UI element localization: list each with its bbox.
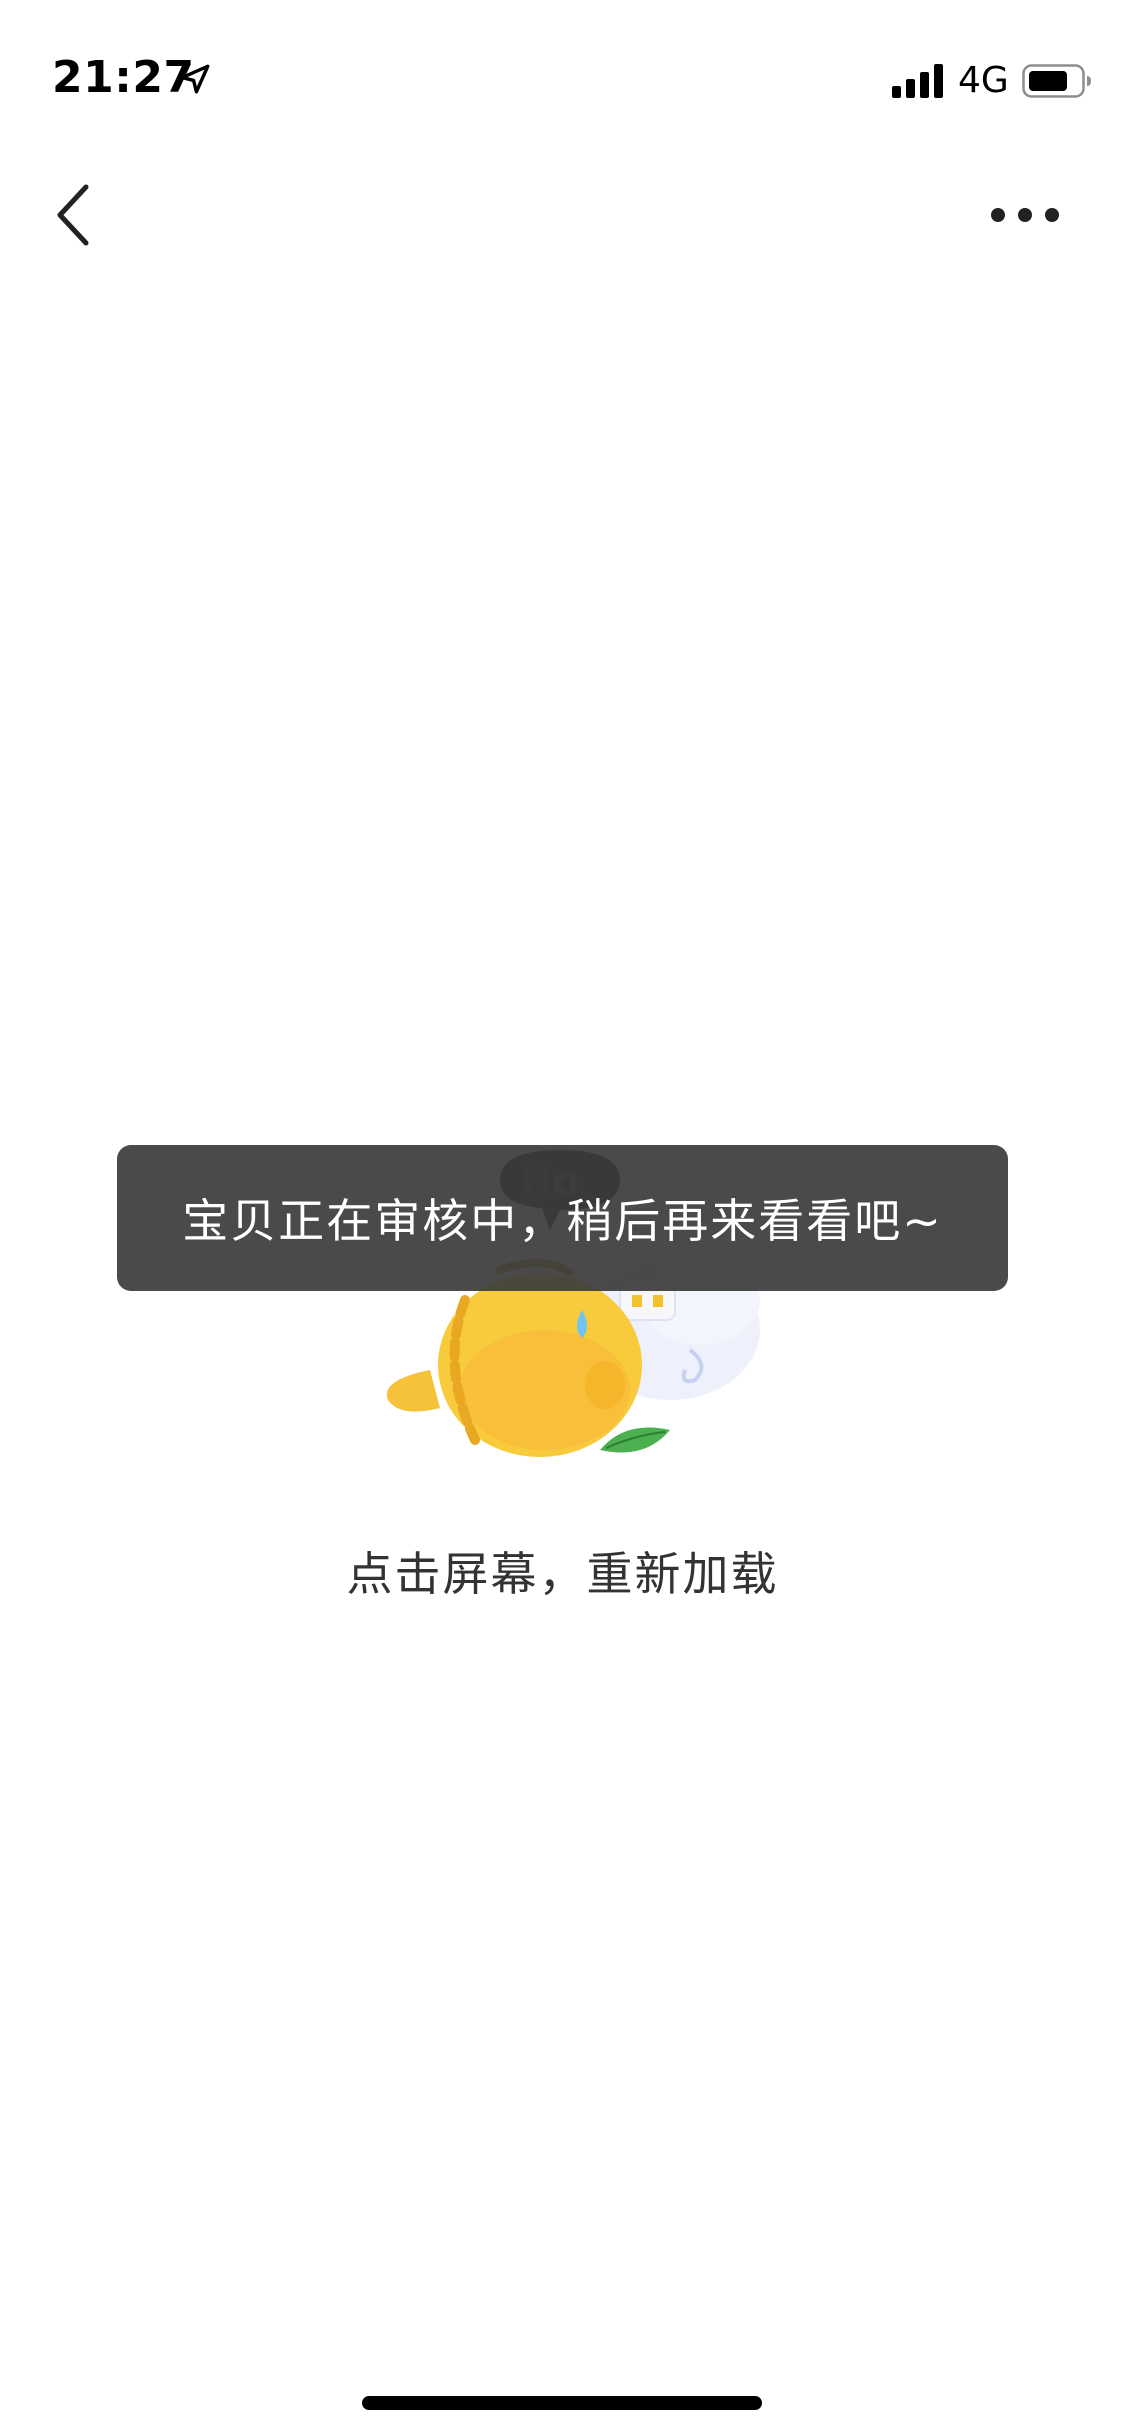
- toast: 宝贝正在审核中，稍后再来看看吧~: [117, 1145, 1008, 1291]
- screen: 21:27 4G 点击屏幕，重新加载 宝贝正在审核中，稍后再来看看吧~: [0, 0, 1125, 2436]
- network-label: 4G: [958, 60, 1009, 101]
- battery-icon: [1022, 64, 1091, 98]
- signal-bars-icon: [892, 64, 943, 98]
- toast-message: 宝贝正在审核中，稍后再来看看吧~: [182, 1194, 943, 1248]
- home-indicator[interactable]: [362, 2396, 762, 2410]
- status-bar: 21:27 4G: [0, 0, 1125, 150]
- more-dots-icon: [991, 208, 1059, 222]
- reload-hint-text: 点击屏幕，重新加载: [346, 1547, 779, 1601]
- chevron-left-icon: [57, 184, 89, 246]
- location-arrow-icon: [180, 64, 210, 94]
- status-time: 21:27: [52, 52, 195, 103]
- more-button[interactable]: [980, 190, 1070, 240]
- back-button[interactable]: [40, 175, 110, 255]
